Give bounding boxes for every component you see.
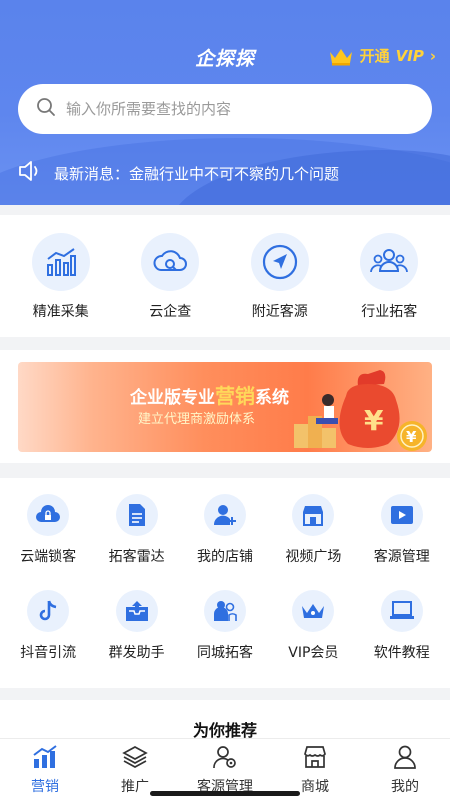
tool-label: 拓客雷达 [108,549,165,565]
tool-label: 软件教程 [373,645,430,661]
banner-title-prefix: 企业版专业 [130,388,215,408]
crown-icon [292,590,335,632]
tool-label: 视频广场 [285,549,342,565]
tab-label: 我的 [391,779,419,795]
tool-label: VIP会员 [288,645,339,661]
tab-label: 商城 [301,779,329,795]
tool-local-clients[interactable]: 同城拓客 [185,590,265,662]
tool-client-manage[interactable]: 客源管理 [362,494,442,566]
app-screen: 企探探 开通 VIP › 最新消息：金融行业中不可不察的几个问题 [0,0,450,800]
add-user-icon [203,494,246,536]
tools-section: 云端锁客 拓客雷达 我的店铺 视频广场 客源管理 抖音引流 群发助手 同城拓客 … [0,478,450,688]
vip-open-link[interactable]: 开通 VIP › [328,45,436,66]
tool-cloud-lock[interactable]: 云端锁客 [8,494,88,566]
layers-icon [122,745,148,773]
store-icon [292,494,335,536]
search-input[interactable] [66,100,396,118]
banner-section: 企业版专业营销系统 建立代理商激励体系 ¥ ¥ [0,350,450,463]
bar-chart-icon [31,233,90,291]
yen-glyph: ¥ [364,404,384,437]
tab-label: 推广 [121,779,149,795]
feature-nearby-clients[interactable]: 附近客源 [235,233,325,321]
tab-marketing[interactable]: 营销 [0,739,90,800]
banner-subtitle: 建立代理商激励体系 [138,412,256,427]
tool-vip-member[interactable]: VIP会员 [273,590,353,662]
chevron-right-icon: › [429,46,436,65]
laptop-icon [380,590,423,632]
tool-label: 云端锁客 [20,549,77,565]
location-arrow-icon [250,233,309,291]
tool-radar[interactable]: 拓客雷达 [97,494,177,566]
coin-yen-glyph: ¥ [406,428,417,446]
tool-label: 我的店铺 [196,549,253,565]
marketing-icon [32,745,58,773]
tool-label: 客源管理 [373,549,430,565]
feature-section: 精准采集 云企查 附近客源 行业拓客 [0,215,450,337]
shop-icon [302,745,328,773]
feature-label: 附近客源 [251,304,308,320]
speaker-icon [18,160,42,186]
user-settings-icon [212,745,238,773]
tool-label: 群发助手 [108,645,165,661]
tab-label: 营销 [31,779,59,795]
news-text: 最新消息：金融行业中不可不察的几个问题 [54,164,340,183]
user-group-icon [360,233,419,291]
tab-mine[interactable]: 我的 [360,739,450,800]
home-indicator[interactable] [150,791,300,796]
tool-my-store[interactable]: 我的店铺 [185,494,265,566]
banner-title: 企业版专业营销系统 [130,380,289,409]
feature-precise-collect[interactable]: 精准采集 [16,233,106,321]
search-icon [36,97,56,121]
tool-label: 同城拓客 [196,645,253,661]
tool-label: 抖音引流 [20,645,77,661]
header: 企探探 开通 VIP › 最新消息：金融行业中不可不察的几个问题 [0,0,450,205]
promo-banner[interactable]: 企业版专业营销系统 建立代理商激励体系 ¥ ¥ [18,362,432,452]
banner-illustration: ¥ ¥ [294,370,427,451]
document-icon [115,494,158,536]
send-box-icon [115,590,158,632]
cloud-search-icon [141,233,200,291]
feature-label: 行业拓客 [361,304,418,320]
feature-label: 云企查 [149,304,192,320]
news-ticker[interactable]: 最新消息：金融行业中不可不察的几个问题 [18,160,339,186]
profile-icon [392,745,418,773]
banner-title-suffix: 系统 [255,388,289,408]
play-video-icon [380,494,423,536]
search-bar[interactable] [18,84,432,134]
people-icon [203,590,246,632]
cloud-lock-icon [27,494,70,536]
crown-icon [328,46,354,66]
feature-industry-clients[interactable]: 行业拓客 [344,233,434,321]
tool-douyin[interactable]: 抖音引流 [8,590,88,662]
feature-label: 精准采集 [32,304,89,320]
tiktok-icon [27,590,70,632]
vip-label: VIP [395,46,424,65]
tool-mass-send[interactable]: 群发助手 [97,590,177,662]
tool-tutorial[interactable]: 软件教程 [362,590,442,662]
tool-video-plaza[interactable]: 视频广场 [273,494,353,566]
banner-title-highlight: 营销 [215,384,255,408]
feature-cloud-search[interactable]: 云企查 [125,233,215,321]
vip-open-label: 开通 [359,47,390,65]
